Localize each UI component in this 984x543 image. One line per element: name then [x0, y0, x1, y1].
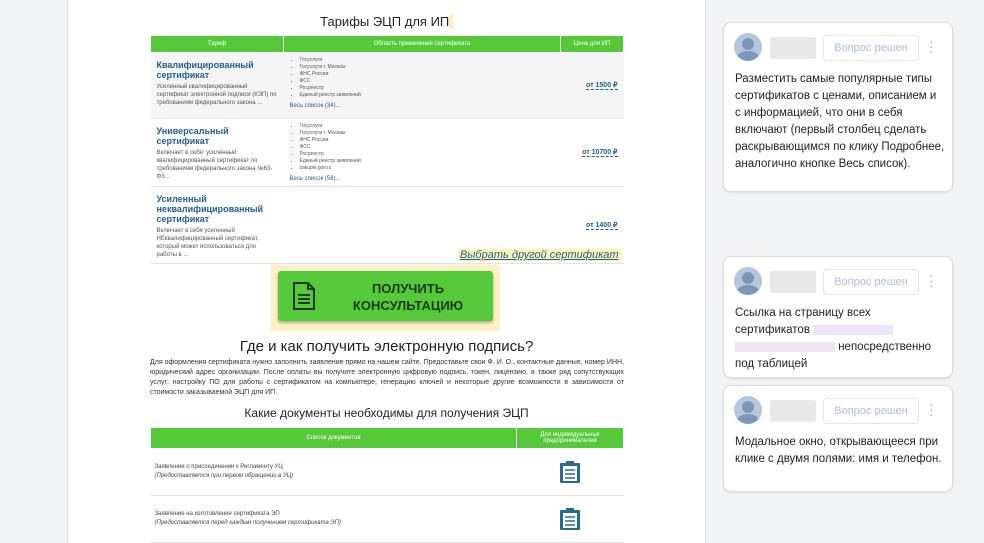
comment-card[interactable]: Вопрос решен · · · Модальное окно, открыва…: [723, 385, 953, 492]
cta-highlight: ПОЛУЧИТЬ КОНСУЛЬТАЦИЮ: [271, 265, 500, 331]
doc-name: Заявление о присоединении к Регламенту У…: [154, 464, 283, 470]
tariff-row: Квалифицированный сертификат Усиленный к…: [150, 52, 624, 119]
cert-name[interactable]: Универсальный сертификат: [157, 126, 278, 146]
comment-text: Ссылка на страницу всех сертификатов неп…: [735, 307, 932, 370]
docs-header-list: Список документов: [150, 427, 517, 449]
comment-text: Модальное окно, открывающееся при клике …: [735, 436, 942, 465]
other-certificate-link[interactable]: Выбрать другой сертификат: [458, 249, 621, 261]
tariff-header-price: Цена для ИП: [560, 35, 624, 53]
price-link[interactable]: от 1500 ₽: [586, 81, 618, 90]
price-link[interactable]: от 10700 ₽: [582, 148, 618, 157]
more-options-icon[interactable]: · · ·: [929, 34, 935, 58]
cta-label: ПОЛУЧИТЬ КОНСУЛЬТАЦИЮ: [352, 281, 464, 313]
price-link[interactable]: от 1400 ₽: [586, 221, 618, 230]
cert-desc: Включает в себя усиленный НЕквалифициров…: [156, 228, 259, 258]
usage-list: Госуслуги Госуслуги г. Москвы ФНС России…: [290, 123, 555, 172]
cert-desc: Включает в себя: усиленный квалифицирова…: [156, 150, 273, 180]
resolve-button[interactable]: Вопрос решен: [823, 398, 919, 424]
author-name-redacted: [770, 37, 816, 59]
docs-header-ip: Для индивидуальных предпринимателей: [516, 427, 624, 449]
tariff-table: Тариф Область применения сертификата Цен…: [150, 35, 624, 264]
comment-text: Разместить самые популярные типы сертифи…: [735, 73, 945, 170]
avatar: [734, 33, 762, 61]
cert-name[interactable]: Усиленный неквалифицированный сертификат: [157, 194, 278, 224]
redacted-link[interactable]: [813, 324, 894, 335]
usage-list: Госуслуги Госуслуги г. Москвы ФНС России…: [290, 57, 555, 99]
documents-table: Список документов Для индивидуальных пре…: [150, 427, 624, 543]
docs-row: Заявление о присоединении к Регламенту У…: [150, 448, 624, 496]
more-options-icon[interactable]: · · ·: [929, 397, 935, 421]
section-text: Для оформления сертификата нужно заполни…: [150, 359, 624, 396]
section-title: Где и как получить электронную подпись?: [239, 338, 534, 355]
tariff-header-name: Тариф: [150, 35, 284, 53]
get-consultation-button[interactable]: ПОЛУЧИТЬ КОНСУЛЬТАЦИЮ: [278, 271, 493, 321]
cert-name[interactable]: Квалифицированный сертификат: [157, 60, 278, 80]
redacted-link[interactable]: [735, 341, 835, 352]
clipboard-icon: [560, 461, 580, 483]
tariff-header-usage: Область применения сертификата: [283, 35, 561, 53]
avatar: [734, 396, 762, 424]
resolve-button[interactable]: Вопрос решен: [823, 269, 919, 295]
author-name-redacted: [770, 400, 816, 422]
doc-note: (Предоставляется перед каждым получением…: [154, 520, 341, 526]
document-page: Тарифы ЭЦП для ИП Тариф Область применен…: [67, 0, 706, 543]
avatar: [734, 267, 762, 295]
page-title: Тарифы ЭЦП для ИП: [68, 14, 705, 29]
author-name-redacted: [770, 271, 816, 293]
clipboard-icon: [560, 508, 580, 530]
full-list-link[interactable]: Весь список (34)...: [290, 103, 555, 109]
comment-card[interactable]: Вопрос решен · · · Разместить самые популя…: [723, 22, 953, 192]
document-icon: [293, 282, 315, 310]
docs-title: Какие документы необходимы для получения…: [244, 406, 529, 420]
tariff-row: Универсальный сертификат Включает в себя…: [150, 118, 624, 187]
more-options-icon[interactable]: · · ·: [929, 268, 935, 292]
resolve-button[interactable]: Вопрос решен: [823, 35, 919, 61]
doc-name: Заявление на изготовление сертификата ЭП: [154, 511, 280, 517]
doc-note: (Предоставляется при первом обращении в …: [154, 473, 294, 479]
cert-desc: Усиленный квалифицированный сертификат э…: [156, 84, 277, 106]
docs-row: Заявление на изготовление сертификата ЭП…: [150, 495, 624, 543]
full-list-link[interactable]: Весь список (58)...: [290, 176, 555, 182]
comment-card[interactable]: Вопрос решен · · · Ссылка на страницу всех…: [723, 256, 953, 378]
